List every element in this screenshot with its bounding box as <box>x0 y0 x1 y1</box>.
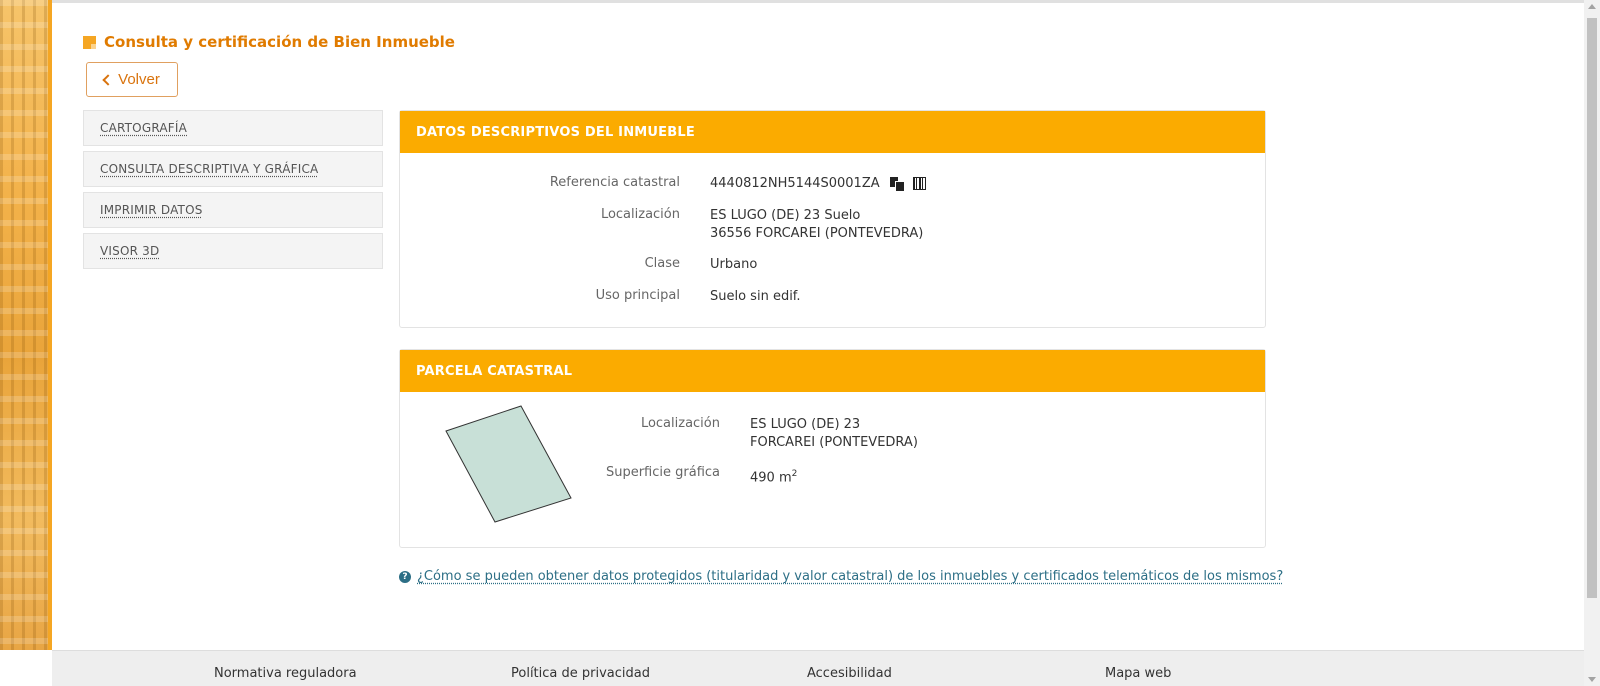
ref-value: 4440812NH5144S0001ZA <box>710 176 880 191</box>
title-square-icon <box>83 35 96 49</box>
superficie-number: 490 m <box>750 470 792 486</box>
scroll-thumb[interactable] <box>1587 18 1597 598</box>
top-divider <box>52 0 1584 3</box>
localizacion-value: ES LUGO (DE) 23 Suelo 36556 FORCAREI (PO… <box>710 207 923 243</box>
ref-value-cell: 4440812NH5144S0001ZA <box>710 175 926 193</box>
clase-label: Clase <box>644 256 680 271</box>
chevron-left-icon <box>102 74 114 86</box>
side-menu: CARTOGRAFÍA CONSULTA DESCRIPTIVA Y GRÁFI… <box>83 110 383 274</box>
clase-row: Clase Urbano <box>400 256 758 274</box>
scroll-up-arrow-icon[interactable] <box>1588 4 1596 9</box>
page-title-text: Consulta y certificación de Bien Inmuebl… <box>104 33 455 51</box>
panel-header: DATOS DESCRIPTIVOS DEL INMUEBLE <box>400 111 1265 153</box>
datos-protegidos-link[interactable]: ¿Cómo se pueden obtener datos protegidos… <box>417 569 1283 584</box>
footer: Normativa reguladora Política de privaci… <box>52 650 1584 686</box>
footer-link-privacidad[interactable]: Política de privacidad <box>511 666 650 681</box>
uso-value: Suelo sin edif. <box>710 289 801 304</box>
superficie-value: 490 m2 <box>750 465 797 487</box>
ref-row: Referencia catastral 4440812NH5144S0001Z… <box>400 175 926 193</box>
uso-label: Uso principal <box>595 288 680 303</box>
decorative-side-image <box>0 0 52 650</box>
localizacion-row: Localización ES LUGO (DE) 23 Suelo 36556… <box>400 207 923 243</box>
panel-header: PARCELA CATASTRAL <box>400 350 1265 392</box>
superficie-unit-sup: 2 <box>791 469 798 479</box>
parcela-localizacion-line2: FORCAREI (PONTEVEDRA) <box>750 435 918 450</box>
ref-label: Referencia catastral <box>549 175 680 190</box>
clase-value: Urbano <box>710 257 758 272</box>
copy-icon[interactable] <box>889 177 905 192</box>
vertical-scrollbar[interactable] <box>1584 0 1600 686</box>
barcode-icon[interactable] <box>912 177 926 190</box>
side-item-consulta-descriptiva[interactable]: CONSULTA DESCRIPTIVA Y GRÁFICA <box>83 151 383 187</box>
back-button-label: Volver <box>118 71 160 88</box>
localizacion-line1: ES LUGO (DE) 23 Suelo <box>710 208 861 223</box>
back-button[interactable]: Volver <box>86 62 178 97</box>
side-item-visor-3d[interactable]: VISOR 3D <box>83 233 383 269</box>
parcela-localizacion-row: Localización ES LUGO (DE) 23 FORCAREI (P… <box>400 416 918 452</box>
parcela-localizacion-value: ES LUGO (DE) 23 FORCAREI (PONTEVEDRA) <box>750 416 918 452</box>
datos-descriptivos-panel: DATOS DESCRIPTIVOS DEL INMUEBLE Referenc… <box>399 110 1266 328</box>
superficie-row: Superficie gráfica 490 m2 <box>400 465 797 487</box>
footer-link-normativa[interactable]: Normativa reguladora <box>214 666 357 681</box>
parcela-localizacion-label: Localización <box>640 416 720 431</box>
side-item-cartografia[interactable]: CARTOGRAFÍA <box>83 110 383 146</box>
scroll-down-arrow-icon[interactable] <box>1588 677 1596 682</box>
localizacion-label: Localización <box>600 207 680 222</box>
parcela-catastral-panel: PARCELA CATASTRAL Localización ES LUGO (… <box>399 349 1266 548</box>
uso-row: Uso principal Suelo sin edif. <box>400 288 801 306</box>
footer-link-mapa-web[interactable]: Mapa web <box>1105 666 1171 681</box>
page-title: Consulta y certificación de Bien Inmuebl… <box>83 33 455 51</box>
question-icon: ? <box>399 570 411 583</box>
help-line: ? ¿Cómo se pueden obtener datos protegid… <box>399 569 1283 584</box>
side-item-label[interactable]: CARTOGRAFÍA <box>100 121 187 135</box>
superficie-label: Superficie gráfica <box>605 465 720 480</box>
footer-link-accesibilidad[interactable]: Accesibilidad <box>807 666 892 681</box>
side-item-label[interactable]: IMPRIMIR DATOS <box>100 203 203 217</box>
side-item-label[interactable]: CONSULTA DESCRIPTIVA Y GRÁFICA <box>100 162 318 176</box>
localizacion-line2: 36556 FORCAREI (PONTEVEDRA) <box>710 226 924 241</box>
side-item-label[interactable]: VISOR 3D <box>100 244 159 258</box>
parcela-localizacion-line1: ES LUGO (DE) 23 <box>750 417 861 432</box>
side-item-imprimir-datos[interactable]: IMPRIMIR DATOS <box>83 192 383 228</box>
